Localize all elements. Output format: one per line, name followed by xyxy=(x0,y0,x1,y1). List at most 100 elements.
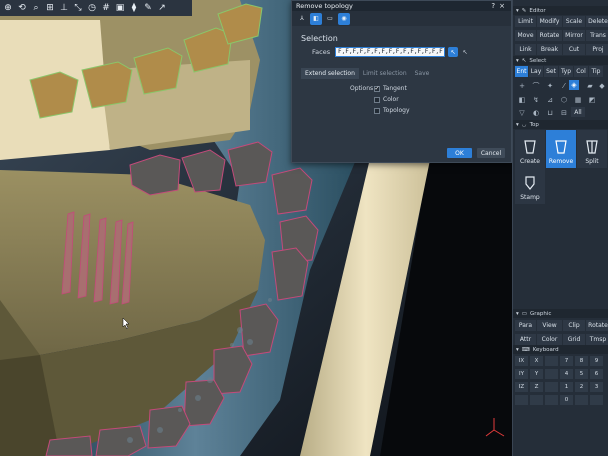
link-button[interactable]: Link xyxy=(515,44,536,55)
top-section-header[interactable]: ▾ ◡ Top xyxy=(513,120,608,129)
key-1[interactable]: 1 xyxy=(560,382,573,392)
hash-icon[interactable]: # xyxy=(100,2,112,14)
key-blank[interactable] xyxy=(545,395,558,405)
brush-icon[interactable]: ✎ xyxy=(142,2,154,14)
frame-select-icon[interactable]: ▭ xyxy=(324,13,336,25)
minus-icon[interactable]: ⊟ xyxy=(559,108,569,118)
create-tool[interactable]: Create xyxy=(515,130,545,168)
box-icon[interactable]: ◧ xyxy=(517,95,527,105)
tab-limit-selection[interactable]: Limit selection xyxy=(359,68,411,79)
key-8[interactable]: 8 xyxy=(575,356,588,366)
key-x[interactable]: X xyxy=(530,356,543,366)
proj-button[interactable]: Proj xyxy=(586,44,608,55)
grid-button[interactable]: Grid xyxy=(563,334,585,345)
eye-icon[interactable]: ◉ xyxy=(338,12,350,25)
tab-ent[interactable]: Ent xyxy=(515,66,528,77)
key-blank[interactable] xyxy=(545,369,558,379)
face-icon[interactable]: ◈ xyxy=(569,80,579,90)
curve-icon[interactable]: ⌒ xyxy=(531,81,541,91)
region-icon[interactable]: ⊿ xyxy=(545,95,555,105)
tab-col[interactable]: Col xyxy=(574,66,588,77)
delete-button[interactable]: Delete xyxy=(586,16,608,27)
faces-field[interactable]: F,F,F,F,F,F,F,F,F,F,F,F,F,F,F xyxy=(335,47,445,57)
key-7[interactable]: 7 xyxy=(560,356,573,366)
graphic-section-header[interactable]: ▾ ▭ Graphic xyxy=(513,309,608,318)
polygon-icon[interactable]: ⬡ xyxy=(559,95,569,105)
close-icon[interactable]: × xyxy=(499,2,505,10)
select-all-button[interactable]: All xyxy=(571,107,585,117)
key-blank[interactable] xyxy=(515,395,528,405)
view-button[interactable]: View xyxy=(537,320,562,331)
color-button[interactable]: Color xyxy=(537,334,562,345)
key-iz[interactable]: IZ xyxy=(515,382,528,392)
measure-icon[interactable]: ⤡ xyxy=(72,2,84,14)
cursor-icon[interactable]: ⊕ xyxy=(2,2,14,14)
tab-typ[interactable]: Typ xyxy=(559,66,573,77)
rotate-view-button[interactable]: Rotate xyxy=(586,320,608,331)
axis-icon[interactable]: ⊥ xyxy=(58,2,70,14)
keyboard-section-header[interactable]: ▾ ⌨ Keyboard xyxy=(513,345,608,354)
key-3[interactable]: 3 xyxy=(590,382,603,392)
key-blank[interactable] xyxy=(545,382,558,392)
rotate-button[interactable]: Rotate xyxy=(537,30,562,41)
key-6[interactable]: 6 xyxy=(590,369,603,379)
solid-icon[interactable]: ▰ xyxy=(585,81,595,91)
vertex-icon[interactable]: ✦ xyxy=(545,81,555,91)
key-0[interactable]: 0 xyxy=(560,395,573,405)
break-button[interactable]: Break xyxy=(537,44,562,55)
key-blank[interactable] xyxy=(545,356,558,366)
tab-set[interactable]: Set xyxy=(544,66,558,77)
color-checkbox[interactable] xyxy=(374,96,380,103)
scale-button[interactable]: Scale xyxy=(563,16,585,27)
key-5[interactable]: 5 xyxy=(575,369,588,379)
union-icon[interactable]: ⊔ xyxy=(545,108,555,118)
dialog-titlebar[interactable]: Remove topology ? × xyxy=(292,1,511,11)
attr-button[interactable]: Attr xyxy=(515,334,536,345)
key-blank[interactable] xyxy=(590,395,603,405)
face-select-icon[interactable]: ◧ xyxy=(310,12,322,25)
invert-icon[interactable]: ◐ xyxy=(531,108,541,118)
select-section-header[interactable]: ▾ ↖ Select xyxy=(513,56,608,65)
split-tool[interactable]: Split xyxy=(577,130,607,168)
option-topology[interactable]: Topology xyxy=(374,107,410,114)
mesh-icon[interactable]: ▦ xyxy=(573,95,583,105)
modify-button[interactable]: Modify xyxy=(537,16,562,27)
trans-button[interactable]: Trans xyxy=(586,30,608,41)
tangent-checkbox[interactable]: ✓ xyxy=(374,85,380,92)
clock-icon[interactable]: ◷ xyxy=(86,2,98,14)
key-9[interactable]: 9 xyxy=(590,356,603,366)
filter-icon[interactable]: ▽ xyxy=(517,108,527,118)
key-4[interactable]: 4 xyxy=(560,369,573,379)
point-icon[interactable]: + xyxy=(517,81,527,91)
edge-icon[interactable]: ⁄ xyxy=(559,81,569,91)
key-blank[interactable] xyxy=(530,395,543,405)
key-blank[interactable] xyxy=(575,395,588,405)
remove-tool[interactable]: Remove xyxy=(546,130,576,168)
pick-faces-icon[interactable]: ↖ xyxy=(448,47,458,57)
ok-button[interactable]: OK xyxy=(447,148,472,158)
tab-tip[interactable]: Tip xyxy=(589,66,603,77)
frame-icon[interactable]: ▣ xyxy=(114,2,126,14)
layers-icon[interactable]: ⧫ xyxy=(128,2,140,14)
key-ix[interactable]: IX xyxy=(515,356,528,366)
topology-checkbox[interactable] xyxy=(374,107,380,114)
option-color[interactable]: Color xyxy=(374,96,399,103)
clear-faces-icon[interactable]: ↖ xyxy=(460,47,470,57)
editor-section-header[interactable]: ▾ ✎ Editor xyxy=(513,6,608,15)
axes-icon[interactable]: ⅄ xyxy=(296,13,308,25)
key-z[interactable]: Z xyxy=(530,382,543,392)
search-icon[interactable]: ⌕ xyxy=(30,2,42,14)
para-button[interactable]: Para xyxy=(515,320,536,331)
cut-button[interactable]: Cut xyxy=(563,44,585,55)
stamp-tool[interactable]: Stamp xyxy=(515,166,545,204)
tab-extend-selection[interactable]: Extend selection xyxy=(301,68,359,79)
key-iy[interactable]: IY xyxy=(515,369,528,379)
limit-button[interactable]: Limit xyxy=(515,16,536,27)
mirror-button[interactable]: Mirror xyxy=(563,30,585,41)
arrow-icon[interactable]: ↗ xyxy=(156,2,168,14)
tab-save[interactable]: Save xyxy=(411,68,434,79)
help-icon[interactable]: ? xyxy=(491,2,495,10)
option-tangent[interactable]: ✓ Tangent xyxy=(374,85,407,92)
zoom-icon[interactable]: ⟲ xyxy=(16,2,28,14)
body-icon[interactable]: ◆ xyxy=(597,81,607,91)
